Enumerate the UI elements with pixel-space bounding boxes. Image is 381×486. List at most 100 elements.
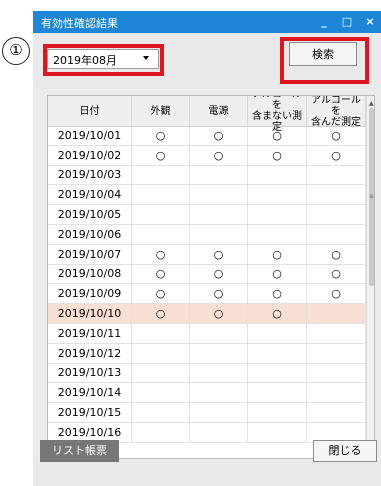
power-cell — [190, 224, 248, 244]
no-alcohol-cell: ○ — [248, 264, 307, 284]
table-row[interactable]: 2019/10/15 — [48, 403, 366, 423]
appearance-cell — [132, 205, 190, 224]
table-row[interactable]: 2019/10/10 ○ ○ ○ — [48, 304, 366, 324]
with-alcohol-cell — [307, 403, 366, 422]
with-alcohol-cell — [307, 185, 366, 205]
title-bar: 有効性確認結果 _ □ × — [33, 11, 381, 33]
table-row[interactable]: 2019/10/12 — [48, 343, 366, 364]
results-grid: 日付 外観 電源 アルコールを 含まない測定 アルコールを 含んだ測定 2019… — [47, 95, 375, 459]
date-cell: 2019/10/12 — [48, 343, 132, 363]
header-date: 日付 — [48, 96, 132, 126]
table-row[interactable]: 2019/10/03 — [48, 165, 366, 186]
appearance-cell — [132, 403, 190, 422]
no-alcohol-cell: ○ — [248, 126, 307, 145]
no-alcohol-cell — [248, 422, 307, 442]
grid-header: 日付 外観 電源 アルコールを 含まない測定 アルコールを 含んだ測定 — [48, 96, 366, 133]
power-cell: ○ — [190, 244, 248, 264]
power-cell — [190, 363, 248, 383]
no-alcohol-cell — [248, 205, 307, 224]
table-row[interactable]: 2019/10/13 — [48, 363, 366, 384]
date-cell: 2019/10/02 — [48, 145, 132, 165]
power-cell — [190, 422, 248, 442]
power-cell: ○ — [190, 304, 248, 323]
table-row[interactable]: 2019/10/14 — [48, 383, 366, 404]
header-with-alcohol: アルコールを 含んだ測定 — [307, 96, 366, 128]
with-alcohol-cell: ○ — [307, 264, 366, 284]
header-appearance: 外観 — [132, 96, 190, 126]
appearance-cell: ○ — [132, 244, 190, 264]
power-cell — [190, 165, 248, 185]
no-alcohol-cell — [248, 403, 307, 422]
callout-1: ① — [2, 37, 30, 65]
appearance-cell — [132, 383, 190, 403]
with-alcohol-cell: ○ — [307, 284, 366, 304]
table-row[interactable]: 2019/10/06 — [48, 224, 366, 245]
date-cell: 2019/10/11 — [48, 323, 132, 343]
result-window: 有効性確認結果 _ □ × 2019年08月 検索 日付 外観 電源 アルコール… — [33, 11, 381, 486]
no-alcohol-cell — [248, 224, 307, 244]
table-row[interactable]: 2019/10/04 — [48, 185, 366, 206]
table-row[interactable]: 2019/10/11 — [48, 323, 366, 344]
power-cell: ○ — [190, 264, 248, 284]
no-alcohol-cell — [248, 363, 307, 383]
vertical-scrollbar[interactable]: ▲ ≡ ▼ — [366, 96, 375, 458]
appearance-cell: ○ — [132, 304, 190, 323]
no-alcohol-cell: ○ — [248, 145, 307, 165]
power-cell — [190, 323, 248, 343]
date-cell: 2019/10/14 — [48, 383, 132, 403]
scroll-up-icon[interactable]: ▲ — [369, 100, 374, 107]
date-cell: 2019/10/09 — [48, 284, 132, 304]
header-power: 電源 — [190, 96, 248, 126]
table-row[interactable]: 2019/10/08 ○ ○ ○ ○ — [48, 264, 366, 285]
header-no-alcohol: アルコールを 含まない測定 — [248, 96, 307, 133]
power-cell — [190, 383, 248, 403]
maximize-icon[interactable]: □ — [336, 13, 358, 31]
no-alcohol-cell — [248, 383, 307, 403]
list-report-button[interactable]: リスト帳票 — [40, 440, 119, 462]
power-cell — [190, 185, 248, 205]
appearance-cell — [132, 422, 190, 442]
appearance-cell — [132, 165, 190, 185]
with-alcohol-cell — [307, 205, 366, 224]
with-alcohol-cell — [307, 383, 366, 403]
appearance-cell: ○ — [132, 284, 190, 304]
with-alcohol-cell — [307, 224, 366, 244]
no-alcohol-cell — [248, 323, 307, 343]
with-alcohol-cell — [307, 323, 366, 343]
no-alcohol-cell — [248, 343, 307, 363]
power-cell: ○ — [190, 126, 248, 145]
date-cell: 2019/10/10 — [48, 304, 132, 323]
table-row[interactable]: 2019/10/01 ○ ○ ○ ○ — [48, 126, 366, 146]
power-cell — [190, 343, 248, 363]
power-cell — [190, 403, 248, 422]
annotation-box-2 — [280, 37, 369, 84]
appearance-cell — [132, 224, 190, 244]
date-cell: 2019/10/16 — [48, 422, 132, 442]
date-cell: 2019/10/05 — [48, 205, 132, 224]
with-alcohol-cell: ○ — [307, 244, 366, 264]
date-cell: 2019/10/07 — [48, 244, 132, 264]
appearance-cell — [132, 343, 190, 363]
date-cell: 2019/10/03 — [48, 165, 132, 185]
with-alcohol-cell — [307, 165, 366, 185]
date-cell: 2019/10/15 — [48, 403, 132, 422]
close-icon[interactable]: × — [359, 13, 381, 31]
table-row[interactable]: 2019/10/02 ○ ○ ○ ○ — [48, 145, 366, 166]
with-alcohol-cell — [307, 422, 366, 442]
date-cell: 2019/10/01 — [48, 126, 132, 145]
appearance-cell: ○ — [132, 145, 190, 165]
table-row[interactable]: 2019/10/05 — [48, 205, 366, 225]
power-cell: ○ — [190, 284, 248, 304]
no-alcohol-cell — [248, 165, 307, 185]
appearance-cell — [132, 323, 190, 343]
grid-body: 2019/10/01 ○ ○ ○ ○ 2019/10/02 ○ ○ ○ ○ 2019/10/03 20… — [48, 126, 366, 443]
table-row[interactable]: 2019/10/07 ○ ○ ○ ○ — [48, 244, 366, 265]
power-cell: ○ — [190, 145, 248, 165]
with-alcohol-cell — [307, 304, 366, 323]
table-row[interactable]: 2019/10/09 ○ ○ ○ ○ — [48, 284, 366, 305]
scroll-grip-icon: ≡ — [369, 193, 375, 200]
minimize-icon[interactable]: _ — [313, 13, 335, 31]
appearance-cell: ○ — [132, 264, 190, 284]
with-alcohol-cell — [307, 343, 366, 363]
close-button[interactable]: 閉じる — [313, 440, 377, 462]
